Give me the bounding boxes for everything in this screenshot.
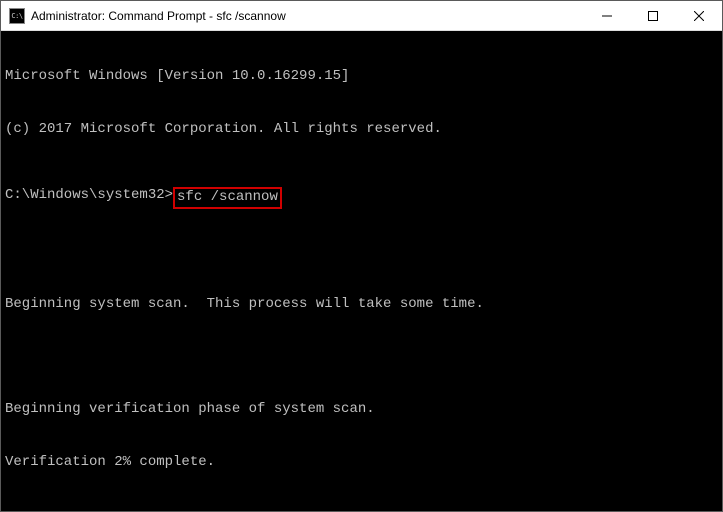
blank-line: [5, 244, 718, 262]
prompt-text: C:\Windows\system32>: [5, 187, 173, 205]
maximize-button[interactable]: [630, 1, 676, 30]
command-text: sfc /scannow: [177, 189, 278, 205]
titlebar[interactable]: C:\ Administrator: Command Prompt - sfc …: [1, 1, 722, 31]
terminal-area[interactable]: Microsoft Windows [Version 10.0.16299.15…: [1, 31, 722, 511]
command-line: C:\Windows\system32>sfc /scannow: [5, 187, 718, 209]
window-title: Administrator: Command Prompt - sfc /sca…: [31, 9, 584, 23]
close-button[interactable]: [676, 1, 722, 30]
copyright-line: (c) 2017 Microsoft Corporation. All righ…: [5, 121, 718, 139]
cmd-icon: C:\: [9, 8, 25, 24]
minimize-button[interactable]: [584, 1, 630, 30]
window-controls: [584, 1, 722, 30]
cmd-icon-text: C:\: [11, 12, 22, 20]
command-prompt-window: C:\ Administrator: Command Prompt - sfc …: [0, 0, 723, 512]
blank-line: [5, 349, 718, 367]
command-highlight: sfc /scannow: [173, 187, 282, 209]
version-line: Microsoft Windows [Version 10.0.16299.15…: [5, 68, 718, 86]
verification-progress-line: Verification 2% complete.: [5, 454, 718, 472]
verification-phase-line: Beginning verification phase of system s…: [5, 401, 718, 419]
scan-begin-line: Beginning system scan. This process will…: [5, 296, 718, 314]
